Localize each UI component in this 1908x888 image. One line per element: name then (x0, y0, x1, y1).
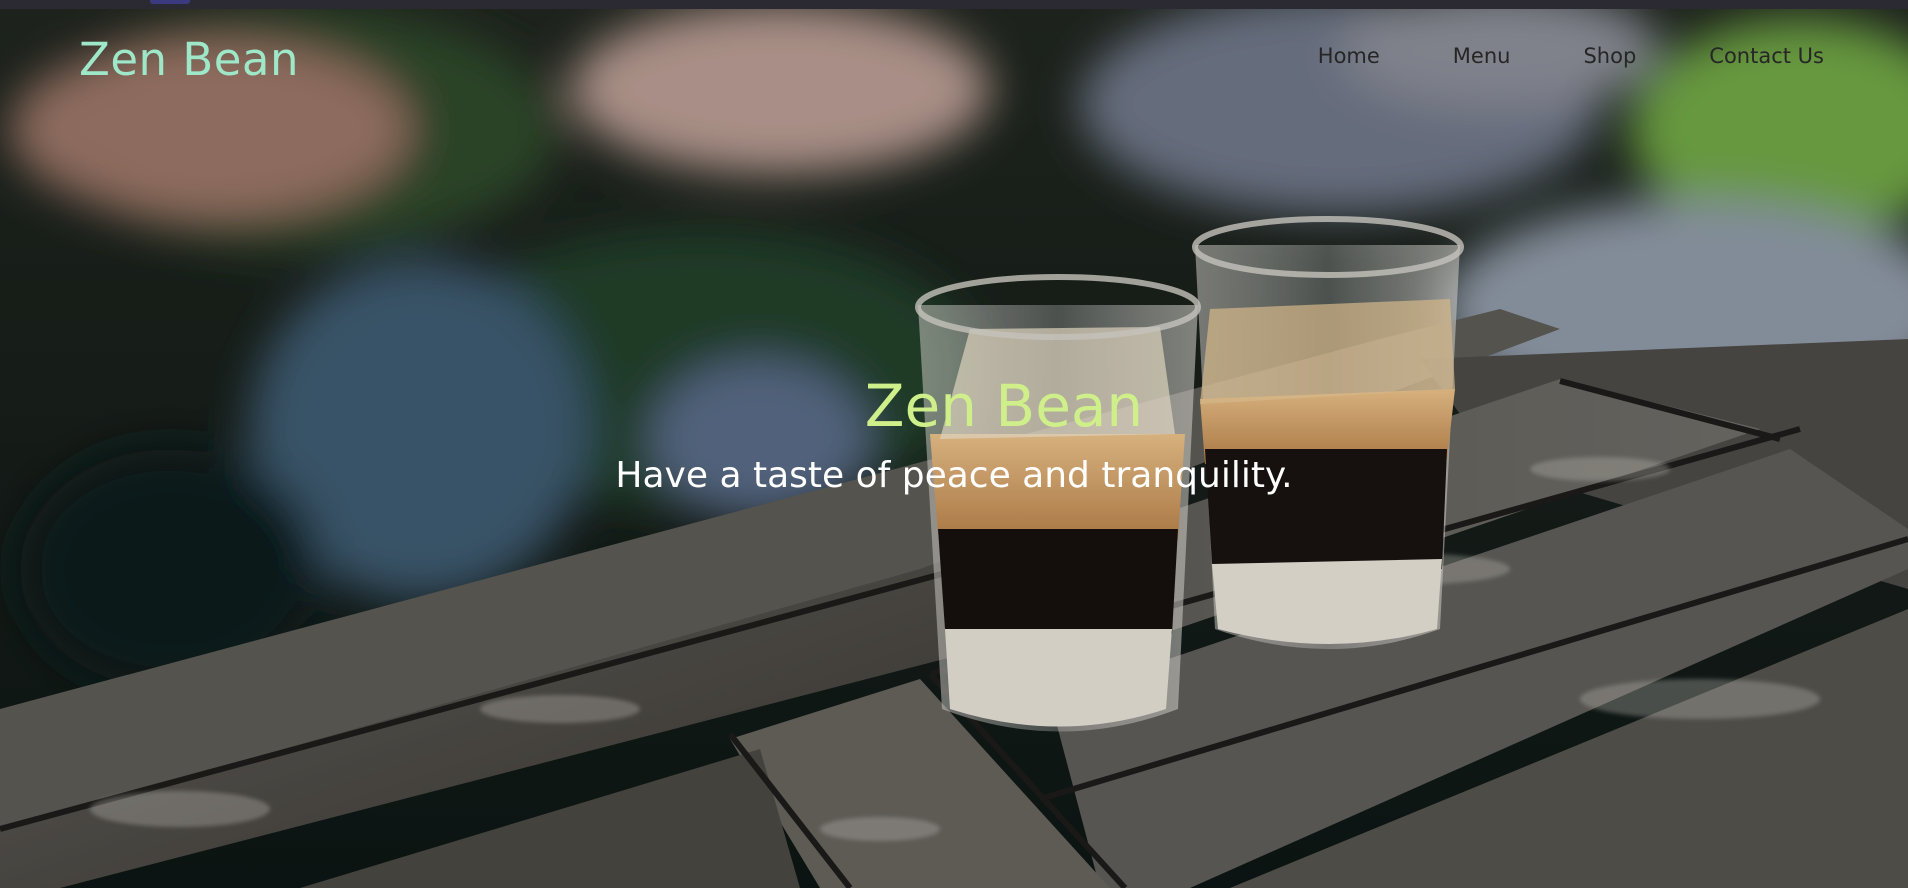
nav-link-contact-us[interactable]: Contact Us (1709, 44, 1824, 68)
hero-text: Zen Bean Have a taste of peace and tranq… (0, 372, 1908, 497)
hero-title: Zen Bean (864, 372, 1144, 440)
nav-item-contact: Contact Us (1709, 42, 1824, 71)
browser-top-strip (0, 0, 1908, 9)
nav-links: Home Menu Shop Contact Us (1318, 42, 1824, 71)
nav-link-home[interactable]: Home (1318, 44, 1380, 68)
brand-logo-link[interactable]: Zen Bean (79, 35, 299, 85)
nav-link-menu[interactable]: Menu (1453, 44, 1511, 68)
nav-item-home: Home (1318, 42, 1380, 71)
hero-tagline: Have a taste of peace and tranquility. (615, 454, 1293, 496)
nav-item-menu: Menu (1453, 42, 1511, 71)
tab-indicator (150, 0, 190, 4)
top-navbar: Zen Bean Home Menu Shop Contact Us (0, 9, 1908, 109)
nav-link-shop[interactable]: Shop (1583, 44, 1636, 68)
nav-item-shop: Shop (1583, 42, 1636, 71)
